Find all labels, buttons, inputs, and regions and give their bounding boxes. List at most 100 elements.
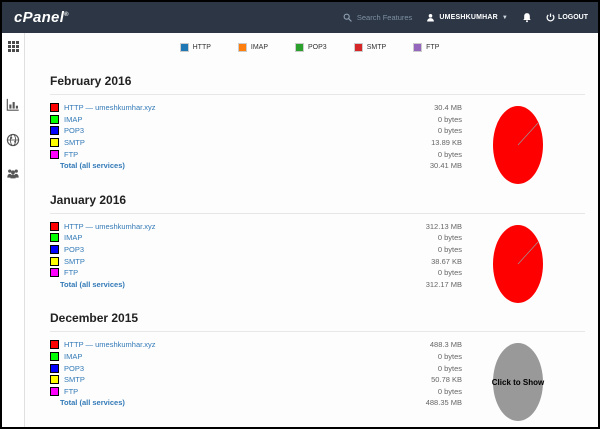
service-value: 312.17 MB <box>426 280 462 289</box>
service-swatch <box>50 150 59 159</box>
legend-item: SMTP <box>354 43 386 52</box>
service-link[interactable]: IMAP <box>64 233 82 242</box>
service-value: 312.13 MB <box>426 222 462 231</box>
legend-label: FTP <box>426 44 439 51</box>
month-title: December 2015 <box>50 311 585 332</box>
total-link[interactable]: Total (all services) <box>60 161 125 170</box>
user-icon <box>426 13 435 22</box>
bandwidth-content: HTTP IMAP POP3 SMTP FTP February 2016 HT… <box>25 33 600 429</box>
month-section: February 2016 HTTP — umeshkumhar.xyz 30.… <box>50 74 600 172</box>
service-link[interactable]: FTP <box>64 387 78 396</box>
service-row: HTTP — umeshkumhar.xyz 488.3 MB <box>50 339 462 351</box>
service-link[interactable]: POP3 <box>64 364 84 373</box>
notifications-button[interactable] <box>522 12 532 23</box>
service-row: HTTP — umeshkumhar.xyz 312.13 MB <box>50 221 462 233</box>
legend-swatch <box>413 43 422 52</box>
user-groups-icon[interactable] <box>6 167 20 185</box>
globe-icon[interactable] <box>6 133 20 152</box>
service-link[interactable]: HTTP — umeshkumhar.xyz <box>64 103 156 112</box>
legend-item: FTP <box>413 43 439 52</box>
chart-column <box>462 102 600 172</box>
service-row: SMTP 13.89 KB <box>50 137 462 149</box>
bar-chart-icon[interactable] <box>6 98 20 116</box>
service-swatch <box>50 245 59 254</box>
service-link[interactable]: SMTP <box>64 138 85 147</box>
legend-label: IMAP <box>251 44 268 51</box>
service-swatch <box>50 268 59 277</box>
service-link[interactable]: SMTP <box>64 375 85 384</box>
chart-column: Click to Show <box>462 339 600 409</box>
cpanel-window: cPanel® Search Features UMESHKUMHAR ▼ LO… <box>0 0 600 429</box>
svg-text:Click to Show: Click to Show <box>492 378 545 387</box>
service-row: Total (all services) 312.17 MB <box>50 279 462 291</box>
user-menu[interactable]: UMESHKUMHAR ▼ <box>426 13 508 22</box>
service-row: POP3 0 bytes <box>50 125 462 137</box>
total-link[interactable]: Total (all services) <box>60 280 125 289</box>
service-swatch <box>50 387 59 396</box>
total-link[interactable]: Total (all services) <box>60 398 125 407</box>
service-rows: HTTP — umeshkumhar.xyz 488.3 MB IMAP 0 b… <box>50 339 462 409</box>
service-row: Total (all services) 488.35 MB <box>50 397 462 409</box>
monthly-sections: February 2016 HTTP — umeshkumhar.xyz 30.… <box>25 52 600 409</box>
month-title: February 2016 <box>50 74 585 95</box>
service-link[interactable]: FTP <box>64 268 78 277</box>
service-row: POP3 0 bytes <box>50 244 462 256</box>
service-row: FTP 0 bytes <box>50 267 462 279</box>
service-row: FTP 0 bytes <box>50 386 462 398</box>
registered-mark: ® <box>64 12 69 18</box>
service-swatch <box>50 364 59 373</box>
service-swatch <box>50 375 59 384</box>
cpanel-logo[interactable]: cPanel® <box>14 9 69 26</box>
service-row: IMAP 0 bytes <box>50 232 462 244</box>
chart-column <box>462 221 600 291</box>
logout-button[interactable]: LOGOUT <box>546 13 588 22</box>
service-link[interactable]: SMTP <box>64 257 85 266</box>
service-swatch <box>50 352 59 361</box>
service-link[interactable]: HTTP — umeshkumhar.xyz <box>64 340 156 349</box>
service-link[interactable]: IMAP <box>64 352 82 361</box>
service-link[interactable]: HTTP — umeshkumhar.xyz <box>64 222 156 231</box>
service-swatch <box>50 126 59 135</box>
legend-swatch <box>180 43 189 52</box>
top-navbar: cPanel® Search Features UMESHKUMHAR ▼ LO… <box>2 2 598 33</box>
month-section-body: HTTP — umeshkumhar.xyz 30.4 MB IMAP 0 by… <box>50 102 600 172</box>
service-value: 488.35 MB <box>426 398 462 407</box>
bandwidth-pie-chart[interactable] <box>458 102 578 188</box>
service-link[interactable]: POP3 <box>64 126 84 135</box>
service-row: POP3 0 bytes <box>50 362 462 374</box>
service-swatch <box>50 103 59 112</box>
search-placeholder: Search Features <box>357 13 412 22</box>
bandwidth-pie-chart[interactable]: Click to Show <box>458 339 578 425</box>
legend-swatch <box>295 43 304 52</box>
legend-item: POP3 <box>295 43 327 52</box>
service-swatch <box>50 115 59 124</box>
legend-swatch <box>354 43 363 52</box>
service-swatch <box>50 138 59 147</box>
legend-item: HTTP <box>180 43 211 52</box>
power-icon <box>546 13 555 22</box>
bandwidth-pie-chart[interactable] <box>458 221 578 307</box>
service-row: SMTP 38.67 KB <box>50 255 462 267</box>
left-sidebar <box>2 33 25 429</box>
search-features-box[interactable]: Search Features <box>343 13 412 22</box>
legend-label: HTTP <box>193 44 211 51</box>
service-link[interactable]: FTP <box>64 150 78 159</box>
service-link[interactable]: IMAP <box>64 115 82 124</box>
month-section-body: HTTP — umeshkumhar.xyz 312.13 MB IMAP 0 … <box>50 221 600 291</box>
service-row: FTP 0 bytes <box>50 148 462 160</box>
service-row: Total (all services) 30.41 MB <box>50 160 462 172</box>
month-section-body: HTTP — umeshkumhar.xyz 488.3 MB IMAP 0 b… <box>50 339 600 409</box>
service-row: HTTP — umeshkumhar.xyz 30.4 MB <box>50 102 462 114</box>
legend-swatch <box>238 43 247 52</box>
service-swatch <box>50 257 59 266</box>
service-row: IMAP 0 bytes <box>50 351 462 363</box>
service-rows: HTTP — umeshkumhar.xyz 312.13 MB IMAP 0 … <box>50 221 462 291</box>
service-swatch <box>50 222 59 231</box>
service-swatch <box>50 340 59 349</box>
bell-icon <box>522 12 532 23</box>
service-link[interactable]: POP3 <box>64 245 84 254</box>
chevron-down-icon: ▼ <box>502 15 508 21</box>
legend-label: POP3 <box>308 44 327 51</box>
legend-label: SMTP <box>367 44 386 51</box>
search-icon <box>343 13 352 22</box>
